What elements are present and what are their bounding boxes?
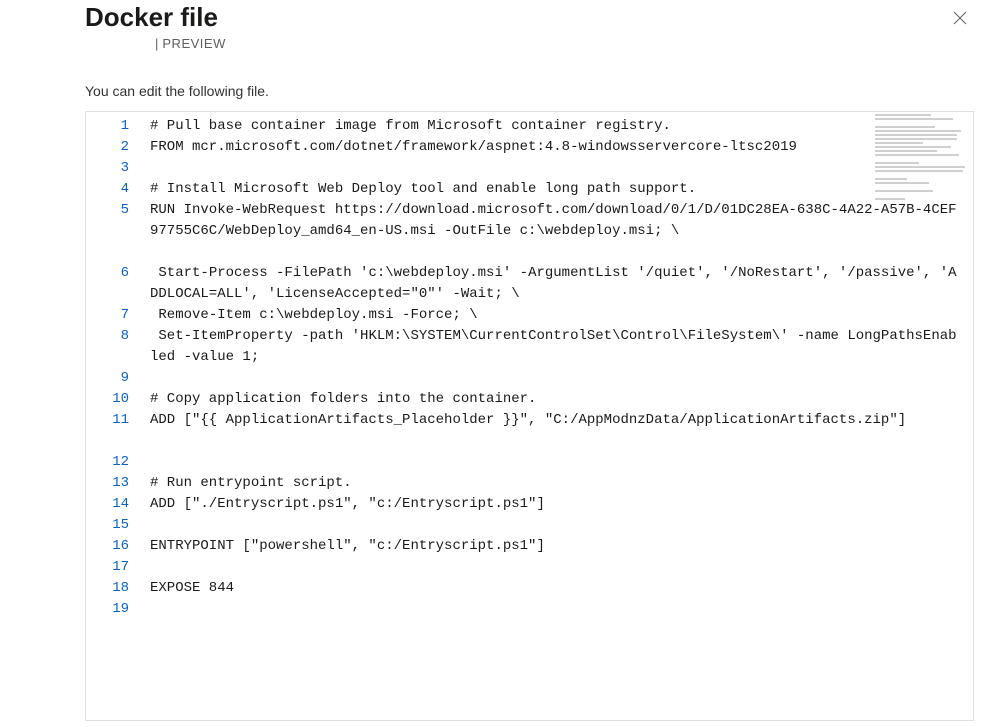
code-line[interactable]: Start-Process -FilePath 'c:\webdeploy.ms…: [150, 263, 963, 305]
line-number: 8: [86, 326, 144, 347]
code-line[interactable]: [150, 158, 963, 179]
editor-body: 12345 6 78 91011 1213141516171819 # Pull…: [86, 112, 973, 624]
code-line[interactable]: [150, 368, 963, 389]
line-number: 4: [86, 179, 144, 200]
code-line[interactable]: # Pull base container image from Microso…: [150, 116, 963, 137]
line-number: 5: [86, 200, 144, 221]
page: Docker file | PREVIEW You can edit the f…: [85, 0, 990, 721]
title-block: Docker file | PREVIEW: [85, 2, 226, 51]
code-line[interactable]: [150, 557, 963, 578]
line-number: 19: [86, 599, 144, 620]
page-title: Docker file: [85, 2, 226, 32]
code-column[interactable]: # Pull base container image from Microso…: [144, 112, 973, 624]
code-line[interactable]: ADD ["./Entryscript.ps1", "c:/Entryscrip…: [150, 494, 963, 515]
close-icon: [953, 11, 967, 25]
code-line[interactable]: [150, 515, 963, 536]
code-line[interactable]: EXPOSE 844: [150, 578, 963, 599]
line-number: 13: [86, 473, 144, 494]
line-number: 10: [86, 389, 144, 410]
line-number: 6: [86, 263, 144, 284]
code-line[interactable]: [150, 599, 963, 620]
code-line[interactable]: Set-ItemProperty -path 'HKLM:\SYSTEM\Cur…: [150, 326, 963, 368]
left-rail: [0, 0, 85, 727]
line-number: 1: [86, 116, 144, 137]
line-number: 16: [86, 536, 144, 557]
line-number: 2: [86, 137, 144, 158]
line-number: 12: [86, 452, 144, 473]
line-number: 9: [86, 368, 144, 389]
code-line[interactable]: [150, 452, 963, 473]
line-number: 7: [86, 305, 144, 326]
line-number: 17: [86, 557, 144, 578]
code-line[interactable]: Remove-Item c:\webdeploy.msi -Force; \: [150, 305, 963, 326]
close-button[interactable]: [950, 8, 970, 28]
code-line[interactable]: ADD ["{{ ApplicationArtifacts_Placeholde…: [150, 410, 963, 452]
header: Docker file | PREVIEW: [85, 2, 974, 51]
line-number: 3: [86, 158, 144, 179]
line-number: 15: [86, 515, 144, 536]
code-line[interactable]: # Run entrypoint script.: [150, 473, 963, 494]
code-line[interactable]: FROM mcr.microsoft.com/dotnet/framework/…: [150, 137, 963, 158]
code-line[interactable]: # Install Microsoft Web Deploy tool and …: [150, 179, 963, 200]
code-line[interactable]: # Copy application folders into the cont…: [150, 389, 963, 410]
line-number: 11: [86, 410, 144, 431]
line-number: 18: [86, 578, 144, 599]
code-line[interactable]: RUN Invoke-WebRequest https://download.m…: [150, 200, 963, 263]
preview-badge: PREVIEW: [162, 36, 225, 51]
gutter: 12345 6 78 91011 1213141516171819: [86, 112, 144, 624]
code-line[interactable]: ENTRYPOINT ["powershell", "c:/Entryscrip…: [150, 536, 963, 557]
code-editor[interactable]: 12345 6 78 91011 1213141516171819 # Pull…: [85, 111, 974, 721]
line-number: 14: [86, 494, 144, 515]
pipe-separator: |: [155, 36, 158, 51]
subtitle: You can edit the following file.: [85, 83, 974, 99]
preview-row: | PREVIEW: [155, 36, 226, 51]
